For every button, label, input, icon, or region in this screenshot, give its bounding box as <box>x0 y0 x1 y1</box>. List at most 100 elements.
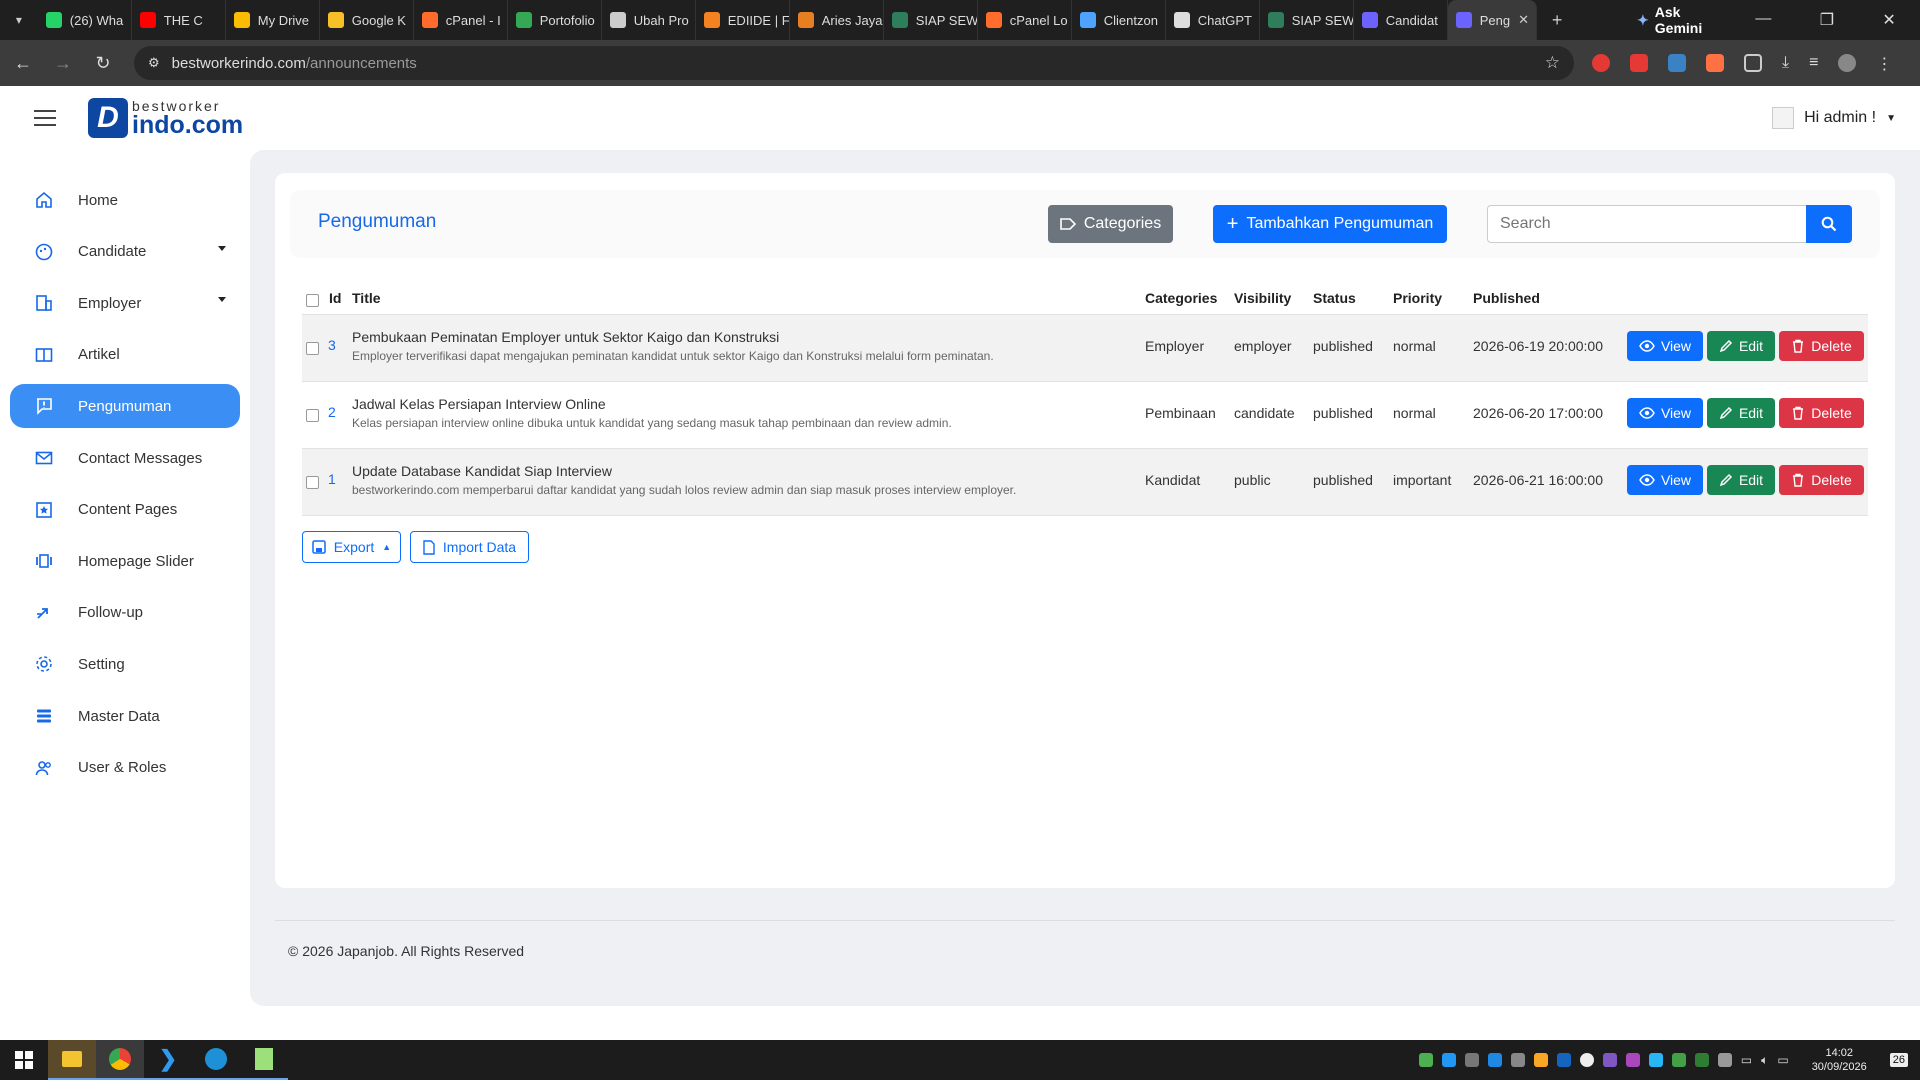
clock[interactable]: 14:02 30/09/2026 <box>1812 1046 1867 1075</box>
restore-icon[interactable]: ❐ <box>1820 10 1834 30</box>
search-button[interactable] <box>1806 205 1852 243</box>
tray-app-icon[interactable] <box>1556 1053 1571 1067</box>
edit-button[interactable]: Edit <box>1707 465 1775 495</box>
sidebar-item-contact-messages[interactable]: Contact Messages <box>10 436 240 480</box>
export-button[interactable]: Export ▲ <box>302 531 401 563</box>
network-icon[interactable]: ▭ <box>1741 1053 1752 1067</box>
browser-tab[interactable]: SIAP SEW <box>1260 0 1354 40</box>
reload-icon[interactable]: ↻ <box>86 53 120 74</box>
browser-tab[interactable]: cPanel - I <box>414 0 508 40</box>
view-button[interactable]: View <box>1627 465 1703 495</box>
sidebar-item-homepage-slider[interactable]: Homepage Slider <box>10 539 240 583</box>
sidebar-item-follow-up[interactable]: Follow-up <box>10 591 240 635</box>
add-announcement-button[interactable]: + Tambahkan Pengumuman <box>1213 205 1447 243</box>
close-window-icon[interactable]: ✕ <box>1882 10 1895 30</box>
import-button[interactable]: Import Data <box>410 531 529 563</box>
tray-app-icon[interactable] <box>1625 1053 1640 1067</box>
browser-tab[interactable]: cPanel Lo <box>978 0 1072 40</box>
logo[interactable]: D bestworker indo.com <box>88 98 243 138</box>
tab-active[interactable]: Peng ✕ <box>1447 0 1538 40</box>
user-menu[interactable]: Hi admin ! ▼ <box>1772 107 1896 129</box>
media-icon[interactable]: ≡ <box>1809 54 1818 72</box>
search-input[interactable] <box>1487 205 1807 243</box>
categories-button[interactable]: Categories <box>1048 205 1173 243</box>
browser-tab[interactable]: Ubah Pro <box>602 0 696 40</box>
tray-app-icon[interactable] <box>1487 1053 1502 1067</box>
row-id[interactable]: 3 <box>328 337 336 353</box>
profile-icon[interactable] <box>1838 54 1857 72</box>
select-all-checkbox[interactable] <box>306 294 319 307</box>
edge-icon[interactable] <box>192 1040 240 1080</box>
tab-search-icon[interactable]: ▾ <box>0 13 38 27</box>
sidebar-item-artikel[interactable]: Artikel <box>10 333 240 377</box>
sidebar-item-setting[interactable]: Setting <box>10 642 240 686</box>
row-id[interactable]: 1 <box>328 471 336 487</box>
sidebar-item-user-roles[interactable]: User & Roles <box>10 746 240 790</box>
tray-app-icon[interactable] <box>1602 1053 1617 1067</box>
tray-app-icon[interactable] <box>1717 1053 1732 1067</box>
browser-tab[interactable]: My Drive <box>226 0 320 40</box>
bluetooth-icon[interactable] <box>1648 1053 1663 1067</box>
tray-app-icon[interactable] <box>1464 1053 1479 1067</box>
notification-icon[interactable]: 26 <box>1889 1053 1908 1067</box>
row-checkbox[interactable] <box>306 342 319 355</box>
extensions-puzzle-icon[interactable] <box>1744 54 1762 72</box>
browser-tab[interactable]: (26) Wha <box>38 0 132 40</box>
view-button[interactable]: View <box>1627 398 1703 428</box>
browser-tab[interactable]: THE C <box>132 0 226 40</box>
windows-start-icon[interactable] <box>0 1051 48 1069</box>
download-icon[interactable]: ⤓ <box>1782 54 1789 72</box>
file-explorer-icon[interactable] <box>48 1040 96 1080</box>
view-button[interactable]: View <box>1627 331 1703 361</box>
caret-down-icon[interactable] <box>218 245 226 251</box>
delete-button[interactable]: Delete <box>1779 331 1864 361</box>
tray-app-icon[interactable] <box>1510 1053 1525 1067</box>
notepad-icon[interactable] <box>240 1040 288 1080</box>
chrome-icon[interactable] <box>96 1040 144 1080</box>
tray-app-icon[interactable] <box>1441 1053 1456 1067</box>
browser-tab[interactable]: Candidat <box>1354 0 1448 40</box>
delete-button[interactable]: Delete <box>1779 465 1864 495</box>
extension-red-icon[interactable] <box>1592 54 1610 72</box>
new-tab-button[interactable]: + <box>1537 10 1577 31</box>
ask-gemini-button[interactable]: ✦ Ask Gemini <box>1637 4 1731 36</box>
back-icon[interactable]: ← <box>6 53 40 74</box>
tray-app-icon[interactable] <box>1694 1053 1709 1067</box>
extension-blue-icon[interactable] <box>1668 54 1686 72</box>
browser-menu-icon[interactable]: ⋮ <box>1876 54 1892 73</box>
edit-button[interactable]: Edit <box>1707 398 1775 428</box>
row-checkbox[interactable] <box>306 409 319 422</box>
bookmark-star-icon[interactable]: ☆ <box>1545 53 1560 73</box>
tray-app-icon[interactable] <box>1418 1053 1433 1067</box>
browser-tab[interactable]: ChatGPT <box>1166 0 1260 40</box>
edit-button[interactable]: Edit <box>1707 331 1775 361</box>
row-checkbox[interactable] <box>306 476 319 489</box>
sidebar-item-candidate[interactable]: Candidate <box>10 230 240 274</box>
extension-orange-icon[interactable] <box>1706 54 1724 72</box>
close-tab-icon[interactable]: ✕ <box>1518 12 1529 28</box>
volume-icon[interactable]: 🔈︎ <box>1761 1053 1768 1068</box>
extension-youtube-icon[interactable] <box>1630 54 1648 72</box>
url-field[interactable]: ⚙ bestworkerindo.com/announcements ☆ <box>134 46 1574 80</box>
sidebar-item-content-pages[interactable]: Content Pages <box>10 488 240 532</box>
tray-app-icon[interactable] <box>1671 1053 1686 1067</box>
site-info-icon[interactable]: ⚙ <box>148 55 160 71</box>
minimize-icon[interactable]: — <box>1755 10 1771 30</box>
browser-tab[interactable]: Google K <box>320 0 414 40</box>
tray-app-icon[interactable] <box>1533 1053 1548 1067</box>
forward-icon[interactable]: → <box>46 53 80 74</box>
row-id[interactable]: 2 <box>328 404 336 420</box>
browser-tab[interactable]: Clientzon <box>1072 0 1166 40</box>
sidebar-item-home[interactable]: Home <box>10 178 240 222</box>
browser-tab[interactable]: Aries Jaya <box>790 0 884 40</box>
browser-tab[interactable]: SIAP SEW <box>884 0 978 40</box>
vscode-icon[interactable]: ❯ <box>144 1040 192 1080</box>
tray-app-icon[interactable] <box>1579 1053 1594 1067</box>
caret-down-icon[interactable] <box>218 297 226 303</box>
browser-tab[interactable]: Portofolio <box>508 0 602 40</box>
hamburger-menu-icon[interactable] <box>34 110 56 126</box>
delete-button[interactable]: Delete <box>1779 398 1864 428</box>
browser-tab[interactable]: EDIIDE | F <box>696 0 790 40</box>
battery-icon[interactable]: ▭ <box>1777 1053 1788 1067</box>
sidebar-item-master-data[interactable]: Master Data <box>10 694 240 738</box>
